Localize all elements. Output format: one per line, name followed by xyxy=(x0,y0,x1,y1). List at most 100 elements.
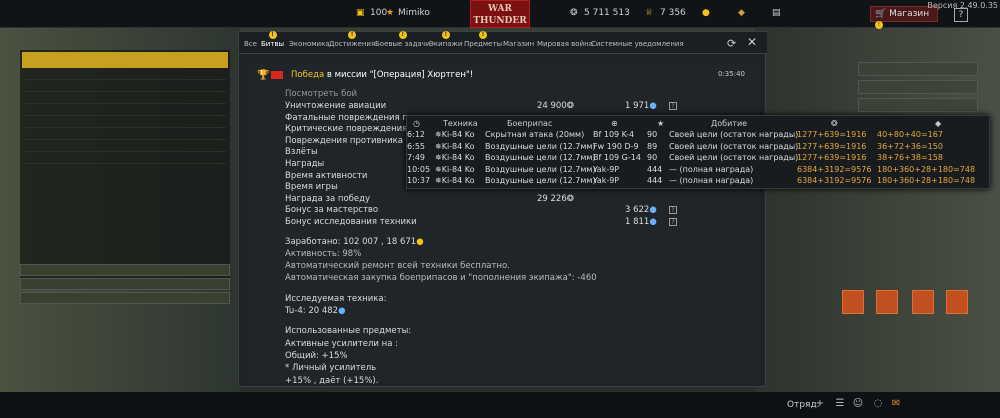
hangar-button[interactable] xyxy=(20,264,230,276)
hangar-button[interactable] xyxy=(20,292,230,304)
help-button[interactable]: ? xyxy=(954,8,968,22)
close-icon[interactable]: ✕ xyxy=(747,35,757,49)
vehicle-info-row xyxy=(24,70,226,80)
rp-icon: ● xyxy=(416,236,424,247)
silver-value: 29 226 xyxy=(537,193,567,204)
used-items-title: Использованные предметы: xyxy=(285,326,412,337)
tab-all[interactable]: Все xyxy=(244,40,257,48)
item-card[interactable] xyxy=(876,290,898,314)
breakdown-row: 10:37 ✵ Ki-84 Ko Воздушные цели (12.7мм) … xyxy=(407,176,991,188)
silver-breakdown: 1277+639=1916 xyxy=(797,153,867,163)
target-name: Yak-9P xyxy=(593,164,620,174)
premium-icon[interactable]: ◆ xyxy=(738,8,745,18)
target-name: Fw 190 D-9 xyxy=(593,141,639,151)
profile-icon[interactable]: ▣ xyxy=(356,8,365,18)
tab-items[interactable]: ! Предметы xyxy=(464,31,502,48)
vehicle-info-row xyxy=(24,106,226,116)
reward-row: Награда за победу 29 226❂ xyxy=(285,194,705,206)
help-icon[interactable]: ? xyxy=(669,206,677,215)
mail-icon[interactable]: ✉ xyxy=(890,398,902,410)
personal-booster: * Личный усилитель xyxy=(285,363,377,374)
kill-vehicle: ✵ Ki-84 Ko xyxy=(435,130,475,139)
tab-battle-tasks[interactable]: ! Боевые задачи xyxy=(375,31,430,48)
tab-achievements[interactable]: ! Достижения xyxy=(329,31,375,48)
ammo-type: Воздушные цели (12.7мм) xyxy=(485,141,596,151)
rp-breakdown: 180+360+28+180=748 xyxy=(877,176,976,186)
view-battle-link[interactable]: Посмотреть бой xyxy=(285,89,705,99)
tab-world-war[interactable]: Мировая война xyxy=(537,40,593,48)
active-boosters: Активные усилители на : xyxy=(285,338,398,349)
tab-label: Битвы xyxy=(261,40,285,48)
tab-battles[interactable]: ! Битвы xyxy=(261,31,285,48)
rp-value: 1 811 xyxy=(625,216,650,227)
rp-icon: ● xyxy=(649,101,657,111)
help-icon[interactable]: ? xyxy=(669,217,677,226)
star-icon: ★ xyxy=(386,8,395,18)
ammo-type: Воздушные цели (12.7мм) xyxy=(485,153,596,163)
target-name: Yak-9P xyxy=(593,176,620,186)
tab-economy[interactable]: Экономика xyxy=(289,40,330,48)
repair-note: Автоматический ремонт всей техники беспл… xyxy=(285,261,510,272)
kill-time: 6:12 xyxy=(407,130,425,139)
vehicle-name: Ki-84 Ko xyxy=(441,153,475,163)
finish-type: — (полная награда) xyxy=(669,176,754,186)
ammo-header: Боеприпас xyxy=(507,119,553,128)
rp-icon: ● xyxy=(649,216,657,227)
rp-icon: ● xyxy=(338,306,346,317)
notification-tabs: Все ! Битвы Экономика ! Достижения ! Боевые… xyxy=(239,31,767,54)
events-button[interactable] xyxy=(858,62,978,76)
cart-icon: 🛒 xyxy=(875,9,887,19)
reward-label: Награда за победу xyxy=(285,193,371,204)
game-logo[interactable]: WAR THUNDER xyxy=(470,0,530,28)
trophy-icon: 🏆 xyxy=(257,70,270,81)
kill-vehicle: ✵ Ki-84 Ko xyxy=(435,176,475,186)
alert-icon: ! xyxy=(268,31,277,39)
side-button[interactable] xyxy=(858,98,978,112)
breakdown-row: 7:49 ✵ Ki-84 Ko Воздушные цели (12.7мм) B… xyxy=(407,153,991,165)
right-side-panel xyxy=(858,62,978,116)
rp-icon: ● xyxy=(649,205,657,216)
tab-shop[interactable]: Магазин xyxy=(503,40,534,48)
vehicle-name: Ki-84 Ko xyxy=(441,176,475,186)
tab-label: Мировая война xyxy=(537,40,593,48)
item-card[interactable] xyxy=(946,290,968,314)
reward-row: Бонус за мастерство 3 622●? xyxy=(285,205,705,217)
game-version: Версия 2.49.0.35 xyxy=(927,1,998,10)
shop-label: Магазин xyxy=(889,9,930,19)
top-bar: ▣ 100 ★ Mimiko WAR THUNDER ❂ 5 711 513 ♕… xyxy=(0,0,1000,29)
hangar-button[interactable] xyxy=(20,278,230,290)
finish-type: Своей цели (остаток награды) xyxy=(669,130,799,139)
help-icon[interactable]: ? xyxy=(669,102,677,110)
time-header-icon: ◷ xyxy=(413,119,420,128)
silver-breakdown: 1277+639=1916 xyxy=(797,130,867,139)
score-points: 90 xyxy=(647,153,658,163)
finish-type: Своей цели (остаток награды) xyxy=(669,141,799,151)
silver-lions-icon: ❂ xyxy=(570,8,578,18)
tab-system[interactable]: Системные уведомления xyxy=(591,40,684,48)
rp-reward: 1 971● xyxy=(625,101,657,111)
research-title: Исследуемая техника: xyxy=(285,293,387,304)
silver-reward: 24 900❂ xyxy=(537,101,574,111)
contacts-icon[interactable]: ☺ xyxy=(852,398,864,410)
chat-icon[interactable]: ◌ xyxy=(872,398,884,410)
player-name[interactable]: Mimiko xyxy=(398,8,430,18)
battle-result-message: 🏆 Победа в миссии "[Операция] Хюртген"! … xyxy=(249,62,759,386)
score-points: 90 xyxy=(647,130,658,139)
refresh-icon[interactable]: ⟳ xyxy=(727,37,736,50)
finish-type: Своей цели (остаток награды) xyxy=(669,153,799,163)
logo-top-text: WAR xyxy=(488,4,512,14)
lightbulb-icon[interactable]: ● xyxy=(702,8,710,18)
silver-header-icon: ❂ xyxy=(831,119,838,128)
item-card[interactable] xyxy=(842,290,864,314)
ammo-type: Воздушные цели (12.7мм) xyxy=(485,176,596,186)
shop-alert-icon: ! xyxy=(875,21,883,29)
add-icon[interactable]: + xyxy=(814,398,826,410)
ammo-type: Скрытная атака (20мм) xyxy=(485,130,585,139)
silver-icon: ❂ xyxy=(566,101,574,111)
coupon-icon[interactable]: ▤ xyxy=(772,8,781,18)
list-icon[interactable]: ☰ xyxy=(834,398,846,410)
news-button[interactable] xyxy=(858,80,978,94)
message-title: Победа в миссии "[Операция] Хюртген"! xyxy=(291,70,473,80)
item-card[interactable] xyxy=(912,290,934,314)
tab-crews[interactable]: ! Экипажи xyxy=(429,31,462,48)
